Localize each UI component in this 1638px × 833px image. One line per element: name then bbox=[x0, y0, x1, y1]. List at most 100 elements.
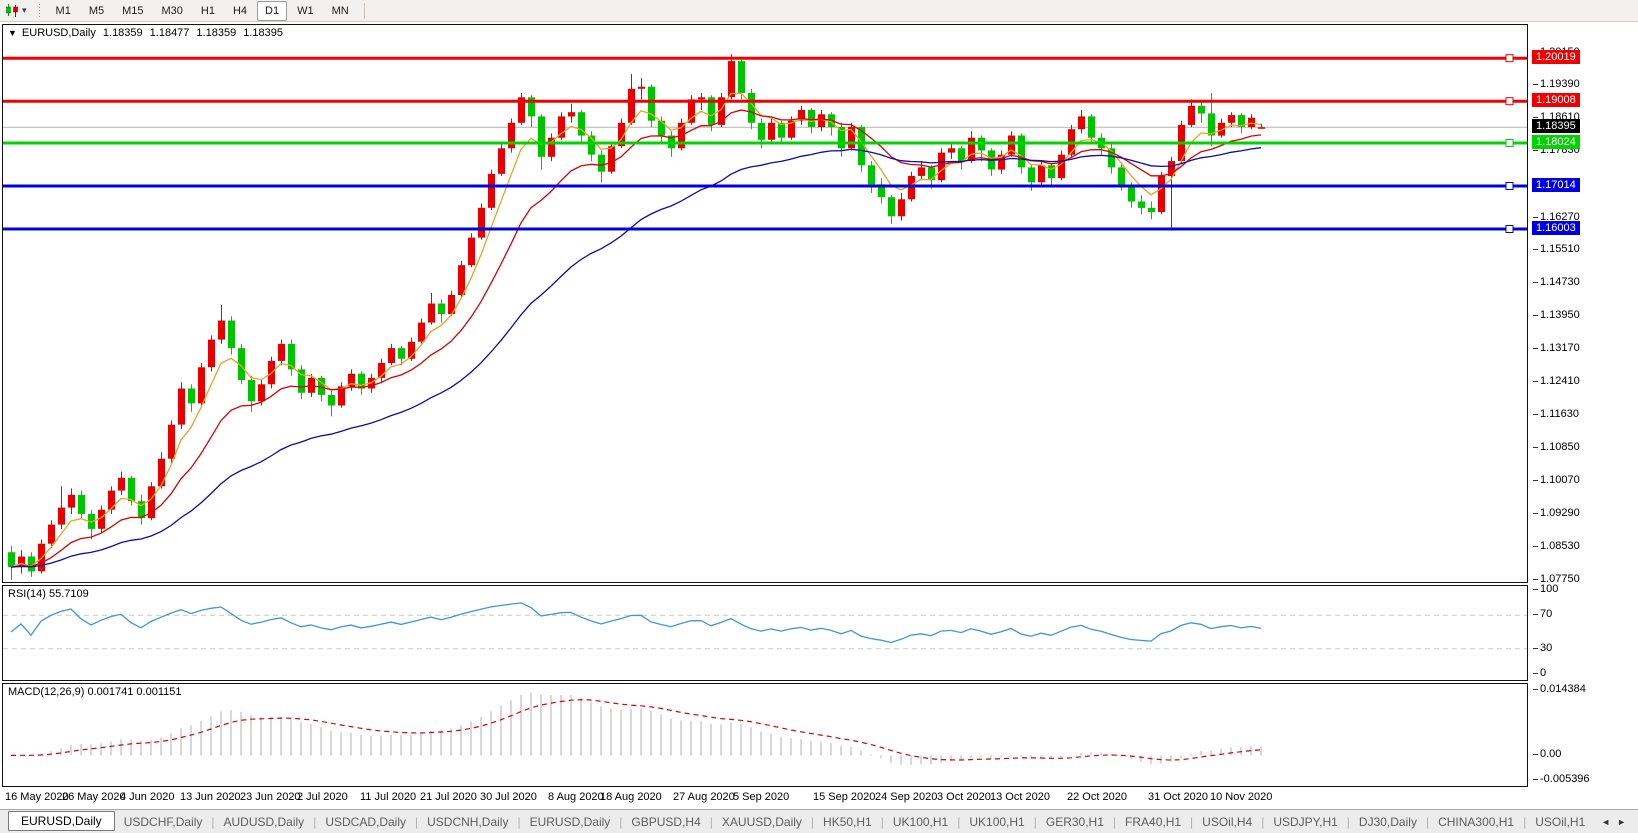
date-axis-label: 5 Sep 2020 bbox=[733, 791, 789, 803]
rsi-axis-tick: 0 bbox=[1540, 667, 1546, 679]
symbol-tab-audusd-daily[interactable]: AUDUSD,Daily bbox=[215, 812, 314, 832]
macd-axis[interactable]: 0.014384 0.00 -0.005396 bbox=[1530, 683, 1638, 787]
date-axis-label: 2 Jul 2020 bbox=[297, 791, 348, 803]
symbol-tab-hk50-h1[interactable]: HK50,H1 bbox=[814, 812, 881, 832]
date-axis-label: 24 Sep 2020 bbox=[875, 791, 937, 803]
symbol-tab-eurusd-daily[interactable]: EURUSD,Daily bbox=[521, 812, 620, 832]
macd-label: MACD(12,26,9) 0.001741 0.001151 bbox=[8, 686, 181, 698]
chart-header: ▼ EURUSD,Daily 1.18359 1.18477 1.18359 1… bbox=[8, 27, 290, 39]
macd-axis-tick: -0.005396 bbox=[1540, 773, 1590, 785]
date-axis-label: 31 Oct 2020 bbox=[1148, 791, 1208, 803]
symbol-tab-usdcad-daily[interactable]: USDCAD,Daily bbox=[316, 812, 415, 832]
symbol-tab-dj30-daily[interactable]: DJ30,Daily bbox=[1350, 812, 1426, 832]
price-axis-tick: 1.10070 bbox=[1540, 474, 1580, 486]
price-axis-tick: 1.11630 bbox=[1540, 408, 1579, 420]
rsi-label: RSI(14) 55.7109 bbox=[8, 588, 89, 600]
ohlc-low: 1.18359 bbox=[196, 27, 236, 39]
symbol-tab-fra40-h1[interactable]: FRA40,H1 bbox=[1116, 812, 1190, 832]
MA-slow-line bbox=[11, 148, 1261, 567]
timeframe-button-h4[interactable]: H4 bbox=[225, 1, 255, 21]
macd-histogram bbox=[11, 693, 1261, 765]
symbol-tab-usdjpy-h1[interactable]: USDJPY,H1 bbox=[1264, 812, 1346, 832]
rsi-axis[interactable]: 10070300 bbox=[1530, 585, 1638, 681]
collapse-triangle-icon[interactable]: ▼ bbox=[8, 28, 17, 38]
timeframe-button-m15[interactable]: M15 bbox=[114, 1, 151, 21]
macd-axis-tick: 0.014384 bbox=[1540, 683, 1586, 695]
line-handle bbox=[1506, 98, 1513, 105]
toolbar-separator bbox=[364, 3, 365, 19]
symbol-tab-ger30-h1[interactable]: GER30,H1 bbox=[1037, 812, 1113, 832]
price-axis-tick: 1.13950 bbox=[1540, 309, 1580, 321]
support-price-tag: 1.17014 bbox=[1532, 178, 1580, 192]
price-axis-tick: 1.19390 bbox=[1540, 78, 1580, 90]
chevron-down-icon: ▾ bbox=[22, 5, 27, 16]
symbol-tab-usoil-h4[interactable]: USOil,H4 bbox=[1193, 812, 1261, 832]
symbol-tab-bar: EURUSD,DailyUSDCHF,Daily|AUDUSD,Daily|US… bbox=[0, 809, 1638, 833]
timeframe-toolbar: ▾ M1M5M15M30H1H4D1W1MN bbox=[0, 0, 1638, 22]
timeframe-button-m30[interactable]: M30 bbox=[154, 1, 191, 21]
symbol-tab-usdcnh-daily[interactable]: USDCNH,Daily bbox=[418, 812, 517, 832]
symbol-tab-uk100-h1[interactable]: UK100,H1 bbox=[960, 812, 1033, 832]
trading-terminal-window: ▾ M1M5M15M30H1H4D1W1MN ▼ EURUSD,Daily 1.… bbox=[0, 0, 1638, 833]
date-axis-label: 3 Oct 2020 bbox=[937, 791, 991, 803]
date-axis-label: 4 Jun 2020 bbox=[120, 791, 174, 803]
toolbar-grip-handle[interactable] bbox=[38, 4, 41, 18]
date-axis-label: 15 Sep 2020 bbox=[813, 791, 875, 803]
timeframe-button-h1[interactable]: H1 bbox=[193, 1, 223, 21]
resistance-price-tag: 1.20019 bbox=[1532, 50, 1580, 64]
timeframe-button-group: M1M5M15M30H1H4D1W1MN bbox=[47, 1, 358, 21]
date-axis-label: 11 Jul 2020 bbox=[360, 791, 416, 803]
price-axis-tick: 1.15510 bbox=[1540, 243, 1580, 255]
date-axis-label: 26 May 2020 bbox=[62, 791, 126, 803]
macd-indicator-pane[interactable]: MACD(12,26,9) 0.001741 0.001151 bbox=[2, 683, 1528, 787]
resistance-price-tag: 1.19008 bbox=[1532, 93, 1580, 107]
pivot-price-tag: 1.18024 bbox=[1532, 135, 1580, 149]
ohlc-close: 1.18395 bbox=[243, 27, 283, 39]
support-resistance-lines[interactable] bbox=[3, 55, 1527, 233]
chart-type-button[interactable]: ▾ bbox=[2, 1, 30, 21]
price-axis-tick: 1.09290 bbox=[1540, 507, 1580, 519]
current-price-tag: 1.18395 bbox=[1532, 119, 1580, 133]
line-handle bbox=[1506, 226, 1513, 233]
symbol-tab-usoil-h1[interactable]: USOil,H1 bbox=[1526, 812, 1594, 832]
symbol-tab-china300-h1[interactable]: CHINA300,H1 bbox=[1429, 812, 1523, 832]
timeframe-button-w1[interactable]: W1 bbox=[289, 1, 322, 21]
rsi-line bbox=[11, 603, 1261, 643]
timeframe-button-m1[interactable]: M1 bbox=[48, 1, 79, 21]
symbol-tab-eurusd-daily[interactable]: EURUSD,Daily bbox=[8, 811, 115, 831]
candlestick-chart-icon bbox=[5, 3, 20, 18]
timeframe-button-m5[interactable]: M5 bbox=[81, 1, 112, 21]
line-handle bbox=[1506, 140, 1513, 147]
rsi-axis-tick: 100 bbox=[1540, 583, 1558, 595]
symbol-tab-usdchf-daily[interactable]: USDCHF,Daily bbox=[115, 812, 212, 832]
symbol-tab-xauusd-daily[interactable]: XAUUSD,Daily bbox=[713, 812, 811, 832]
main-chart-pane[interactable]: ▼ EURUSD,Daily 1.18359 1.18477 1.18359 1… bbox=[2, 24, 1528, 583]
macd-axis-tick: 0.00 bbox=[1540, 748, 1561, 760]
tabs-scroll-right-icon[interactable]: ► bbox=[1617, 817, 1626, 827]
symbol-tab-uk100-h1[interactable]: UK100,H1 bbox=[884, 812, 957, 832]
date-axis[interactable]: 16 May 202026 May 20204 Jun 202013 Jun 2… bbox=[0, 787, 1638, 809]
rsi-indicator-pane[interactable]: RSI(14) 55.7109 bbox=[2, 585, 1528, 681]
date-axis-label: 13 Oct 2020 bbox=[990, 791, 1050, 803]
price-axis[interactable]: 1.201501.193901.186101.178301.170501.162… bbox=[1530, 24, 1638, 583]
MA-fast-line bbox=[11, 93, 1261, 567]
line-handle bbox=[1506, 55, 1513, 62]
rsi-canvas[interactable] bbox=[3, 586, 1527, 680]
main-chart-canvas[interactable] bbox=[3, 25, 1527, 582]
tabs-scroll-left-icon[interactable]: ◄ bbox=[1601, 817, 1610, 827]
date-axis-label: 30 Jul 2020 bbox=[480, 791, 537, 803]
moving-averages bbox=[11, 93, 1261, 567]
date-axis-label: 10 Nov 2020 bbox=[1210, 791, 1272, 803]
date-axis-label: 16 May 2020 bbox=[5, 791, 69, 803]
macd-signal-line bbox=[11, 700, 1261, 760]
candles bbox=[8, 54, 1265, 580]
timeframe-button-d1[interactable]: D1 bbox=[257, 1, 287, 21]
rsi-axis-tick: 70 bbox=[1540, 608, 1552, 620]
macd-canvas[interactable] bbox=[3, 684, 1527, 786]
date-axis-label: 8 Aug 2020 bbox=[548, 791, 604, 803]
date-axis-label: 27 Aug 2020 bbox=[673, 791, 735, 803]
timeframe-button-mn[interactable]: MN bbox=[324, 1, 357, 21]
MA-medium-line bbox=[11, 110, 1261, 567]
price-axis-tick: 1.08530 bbox=[1540, 540, 1580, 552]
symbol-tab-gbpusd-h4[interactable]: GBPUSD,H4 bbox=[622, 812, 709, 832]
